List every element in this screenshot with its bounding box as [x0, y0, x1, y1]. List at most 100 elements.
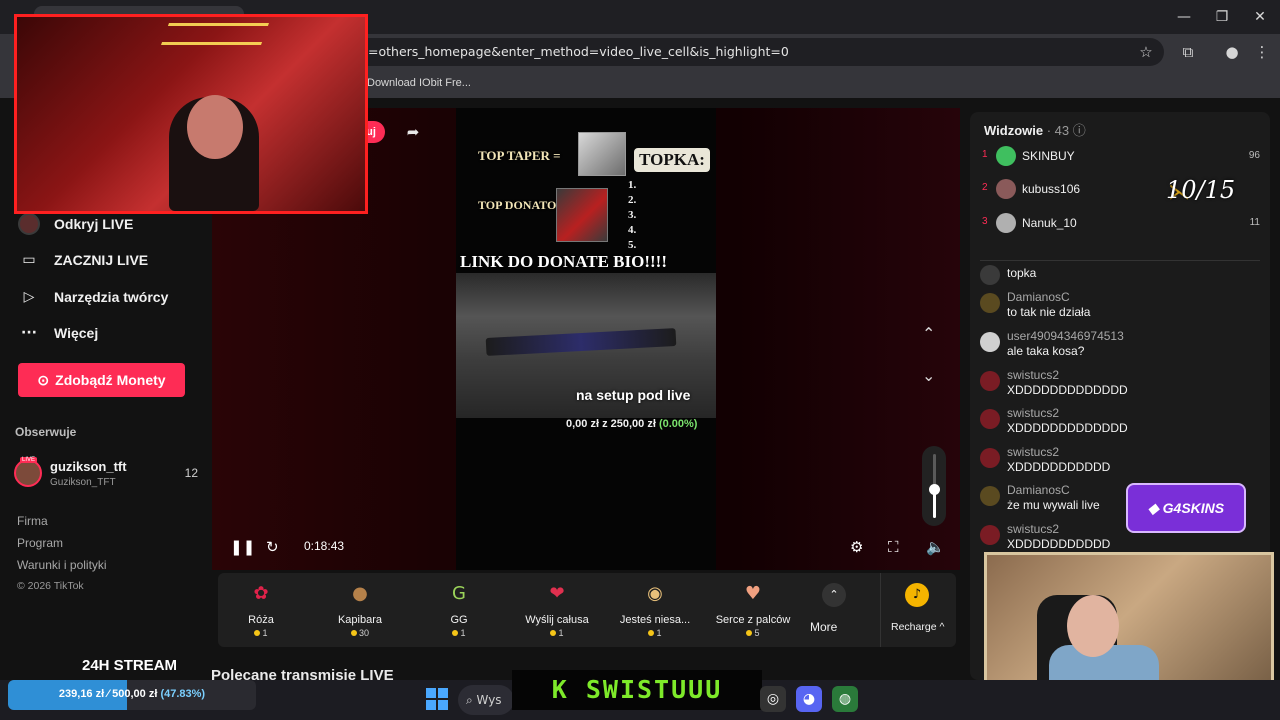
menu-icon[interactable]: ⋮	[1252, 42, 1272, 62]
volume-knob[interactable]	[929, 484, 940, 496]
stream-label: 24H STREAM	[82, 657, 178, 674]
settings-icon[interactable]: ⚙	[850, 536, 863, 558]
footer-program[interactable]: Program	[17, 536, 63, 550]
donation-progress-bar: 239,16 zł ⁄ 500,00 zł (47.83%)	[8, 680, 256, 710]
windows-start-icon[interactable]	[426, 688, 448, 710]
tiktok-coin-icon: ♪	[905, 583, 929, 607]
get-coins-button[interactable]: ⊙ Zdobądź Monety	[18, 363, 185, 397]
extensions-icon[interactable]: ⧉	[1178, 42, 1198, 62]
avatar	[980, 409, 1000, 429]
gift-gg[interactable]: G GG 1	[416, 573, 502, 647]
rank-score: 11	[1249, 217, 1260, 228]
rank-number: 1	[982, 149, 988, 160]
chat-text: topka	[1007, 266, 1037, 280]
footer-firma[interactable]: Firma	[17, 514, 48, 528]
rank-number: 1.	[628, 179, 637, 191]
g4skins-badge: ◆ G4SKINS	[1126, 483, 1246, 533]
bookmark-iobit[interactable]: Download IObit Fre...	[367, 77, 471, 89]
chat-username[interactable]: swistucs2	[1007, 445, 1059, 459]
cat-icon: ◉	[647, 583, 663, 604]
minimize-icon[interactable]: —	[1166, 6, 1202, 28]
live-badge: LIVE	[20, 457, 38, 463]
top-taper-label: TOP TAPER =	[478, 148, 561, 163]
chat-username[interactable]: swistucs2	[1007, 368, 1059, 382]
gift-kapibara[interactable]: ● Kapibara 30	[317, 573, 403, 647]
gift-serce-z-palcow[interactable]: ♥ Serce z palców 5	[710, 573, 796, 647]
gift-name: Wyślij całusa	[525, 614, 589, 626]
goal-amount: 0,00 zł z 250,00 zł	[566, 418, 656, 430]
topka-label: TOPKA:	[634, 148, 710, 172]
chrome-icon[interactable]: ◍	[832, 686, 858, 712]
refresh-icon[interactable]: ↻	[266, 536, 279, 558]
nav-wiecej[interactable]: ··· Więcej	[18, 320, 98, 346]
chat-username[interactable]: DamianosC	[1007, 290, 1070, 304]
donation-percent: (47.83%)	[160, 688, 206, 700]
copyright: © 2026 TikTok	[17, 580, 84, 592]
chat-username[interactable]: swistucs2	[1007, 522, 1059, 536]
avatar-icon	[18, 213, 40, 235]
share-icon[interactable]: ➦	[402, 121, 424, 143]
goal-percent: (0.00%)	[658, 418, 698, 430]
avatar	[980, 525, 1000, 545]
following-title: Obserwuje	[15, 425, 77, 439]
rank-number: 4.	[628, 224, 637, 236]
volume-slider[interactable]	[922, 446, 946, 526]
discord-icon[interactable]: ◕	[796, 686, 822, 712]
viewers-label: Widzowie	[984, 123, 1044, 138]
url-input[interactable]: =others_homepage&enter_method=video_live…	[330, 38, 1164, 66]
more-label: More	[810, 620, 838, 634]
capybara-icon: ●	[352, 583, 368, 604]
donate-link-label: LINK DO DONATE BIO!!!!	[460, 252, 667, 271]
fullscreen-icon[interactable]: ⛶	[888, 536, 899, 558]
gift-roza[interactable]: ✿ Róża 1	[218, 573, 304, 647]
rose-icon: ✿	[253, 583, 269, 604]
gift-price: 1	[514, 628, 600, 638]
obs-icon[interactable]: ◎	[760, 686, 786, 712]
nav-label: Odkryj LIVE	[54, 216, 134, 232]
ranking-row[interactable]: 1 SKINBUY 96	[980, 145, 1260, 169]
prev-stream-icon[interactable]: ⌃	[922, 324, 935, 343]
rank-list: 1. 2. 3. 4. 5.	[628, 178, 636, 253]
star-icon[interactable]: ☆	[1136, 42, 1156, 62]
info-icon[interactable]: ⓘ	[1073, 123, 1086, 138]
chat-username[interactable]: user49094346974513	[1007, 329, 1124, 343]
rank-number: 2	[982, 182, 988, 193]
gift-jestes-niesamowity[interactable]: ◉ Jesteś niesa... 1	[612, 573, 698, 647]
lips-icon: ❤	[549, 583, 565, 604]
gift-price: 1	[612, 628, 698, 638]
divider	[980, 260, 1260, 261]
nav-narzedzia-tworcy[interactable]: ▷ Narzędzia twórcy	[18, 284, 169, 310]
volume-icon[interactable]: 🔈	[926, 536, 945, 558]
finger-heart-icon: ♥	[744, 583, 762, 604]
gift-wyslij-calusa[interactable]: ❤ Wyślij całusa 1	[514, 573, 600, 647]
chat-username[interactable]: swistucs2	[1007, 406, 1059, 420]
nav-odkryj-live[interactable]: Odkryj LIVE	[18, 211, 133, 237]
rank-number: 2.	[628, 194, 637, 206]
restore-icon[interactable]: ❐	[1204, 6, 1240, 28]
close-icon[interactable]: ✕	[1242, 6, 1278, 28]
avatar	[14, 459, 42, 487]
more-gifts-button[interactable]: ⌃ More	[810, 573, 856, 647]
rank-score: 96	[1248, 150, 1260, 161]
avatar	[980, 332, 1000, 352]
nav-label: ZACZNIJ LIVE	[54, 252, 149, 268]
following-item[interactable]: LIVE guzikson_tft Guzikson_TFT 12	[14, 457, 204, 491]
video-frame: TOP TAPER = TOPKA: TOP DONATOR: 1. 2. 3.…	[456, 108, 716, 570]
avatar	[980, 448, 1000, 468]
taskbar-search-input[interactable]: ⌕ Wys	[458, 685, 514, 715]
ranking-row[interactable]: 3 Nanuk_10 11	[980, 212, 1260, 236]
chat-username[interactable]: DamianosC	[1007, 483, 1070, 497]
recharge-button[interactable]: ♪ Recharge ^	[880, 573, 952, 647]
pause-icon[interactable]: ❚❚	[230, 536, 255, 558]
rank-name: kubuss106	[1022, 182, 1081, 196]
profile-icon[interactable]: ●	[1222, 42, 1242, 62]
donation-amount: 239,16 zł ⁄ 500,00 zł	[58, 688, 158, 700]
viewers-header[interactable]: Widzowie · 43 ⓘ	[984, 120, 1086, 139]
url-text: =others_homepage&enter_method=video_live…	[368, 44, 789, 59]
chevron-up-icon: ⌃	[822, 583, 846, 607]
next-stream-icon[interactable]: ⌄	[922, 366, 935, 385]
nav-zacznij-live[interactable]: ▭ ZACZNIJ LIVE	[18, 247, 148, 273]
following-count: 12	[184, 466, 198, 480]
footer-terms[interactable]: Warunki i polityki	[17, 558, 107, 572]
scene-caption: na setup pod live	[576, 387, 691, 403]
